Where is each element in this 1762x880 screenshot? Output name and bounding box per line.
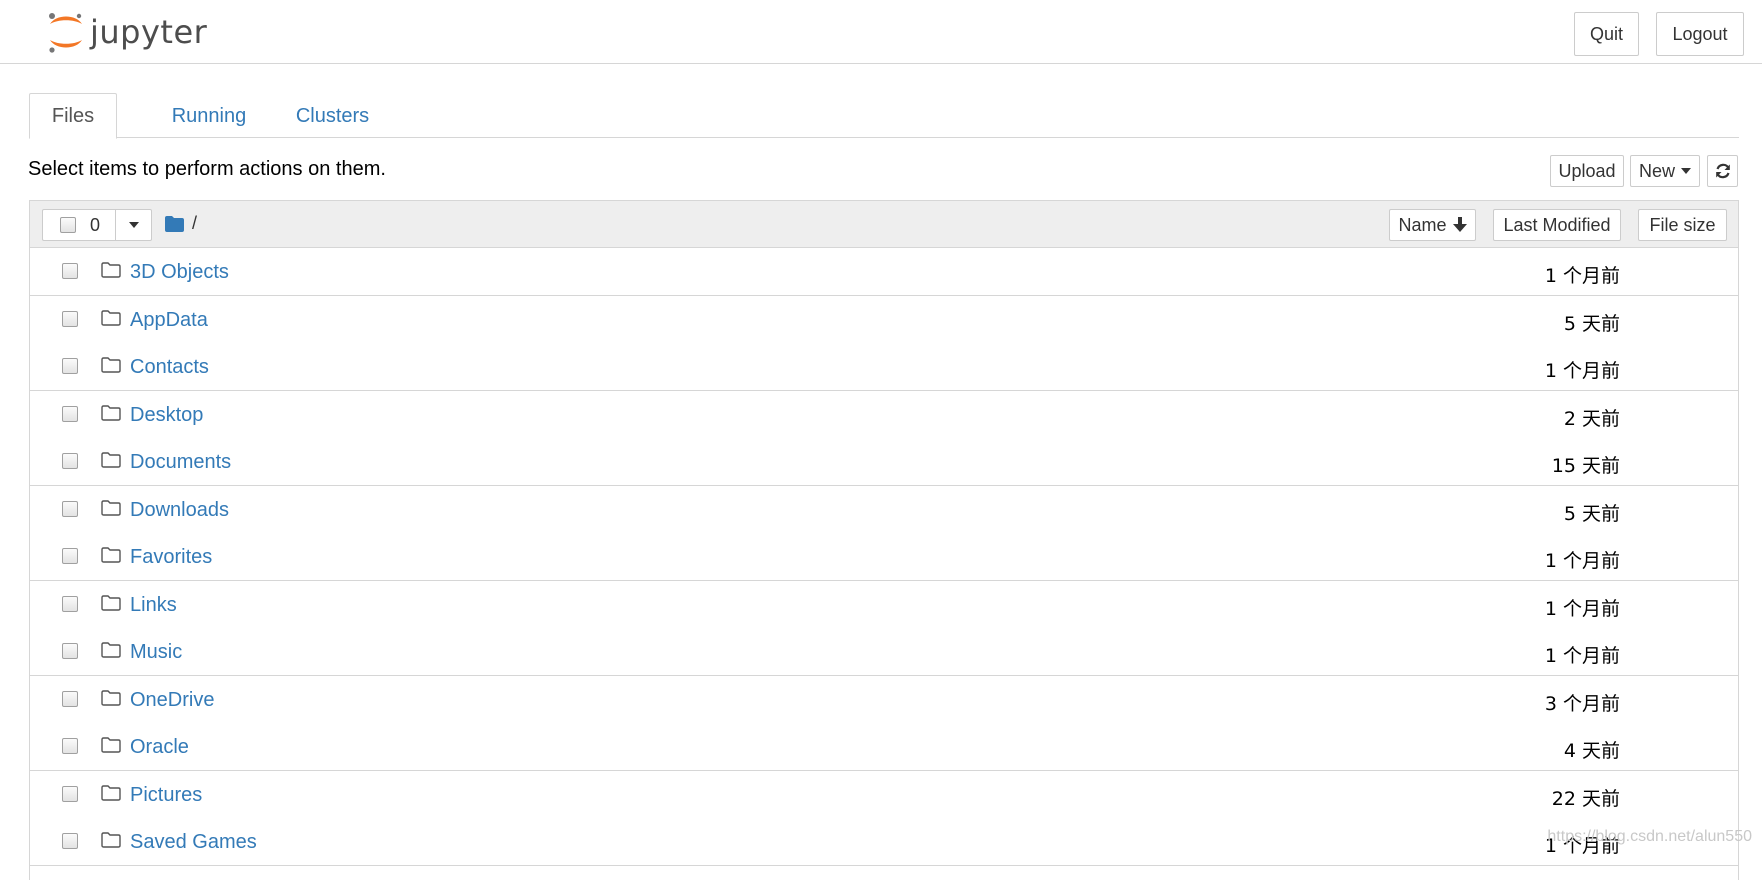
list-item[interactable]: Music 1 个月前 — [30, 628, 1738, 676]
item-name-link[interactable]: Documents — [130, 451, 231, 474]
jupyter-logo[interactable]: jupyter — [46, 10, 207, 54]
list-item[interactable]: Links 1 个月前 — [30, 580, 1738, 629]
upload-button[interactable]: Upload — [1550, 155, 1624, 187]
item-checkbox[interactable] — [62, 263, 78, 279]
logo-text: jupyter — [90, 13, 208, 51]
folder-icon — [101, 689, 121, 706]
item-modified: 1 个月前 — [1544, 550, 1620, 572]
sort-by-last-modified-button[interactable]: Last Modified — [1493, 209, 1621, 241]
file-list-header: 0 / Name Last Modified File size — [30, 201, 1738, 248]
list-item[interactable]: Desktop 2 天前 — [30, 390, 1738, 439]
item-name-link[interactable]: OneDrive — [130, 689, 214, 712]
refresh-button[interactable] — [1707, 155, 1738, 187]
item-modified: 1 个月前 — [1544, 360, 1620, 382]
sort-by-file-size-button[interactable]: File size — [1638, 209, 1727, 241]
selected-count: 0 — [90, 214, 101, 235]
item-checkbox[interactable] — [62, 500, 78, 517]
list-item[interactable]: 3D Objects 1 个月前 — [30, 248, 1738, 296]
item-modified: 15 天前 — [1551, 455, 1620, 477]
folder-icon — [101, 262, 121, 278]
folder-icon — [101, 357, 121, 373]
folder-icon — [101, 594, 121, 611]
item-checkbox[interactable] — [62, 690, 78, 707]
folder-icon — [101, 499, 121, 516]
list-item[interactable]: Pictures 22 天前 — [30, 770, 1738, 819]
tab-running[interactable]: Running — [144, 93, 274, 139]
header: jupyter Quit Logout — [0, 0, 1762, 64]
item-name-link[interactable]: Oracle — [130, 736, 189, 759]
item-name-link[interactable]: Pictures — [130, 784, 202, 807]
select-all-checkbox[interactable] — [60, 217, 76, 233]
select-dropdown-button[interactable] — [116, 210, 151, 240]
tab-bar: Files Running Clusters — [29, 93, 1739, 139]
item-checkbox[interactable] — [62, 833, 78, 849]
item-modified: 2 天前 — [1563, 407, 1620, 430]
refresh-icon — [1715, 163, 1730, 179]
item-checkbox[interactable] — [62, 453, 78, 469]
caret-down-icon — [1681, 168, 1691, 174]
instructions-text: Select items to perform actions on them. — [28, 158, 386, 180]
item-checkbox[interactable] — [62, 595, 78, 612]
watermark: https://blog.csdn.net/alun550 — [1547, 828, 1752, 845]
item-name-link[interactable]: Contacts — [130, 356, 209, 379]
item-checkbox[interactable] — [62, 548, 78, 564]
item-modified: 1 个月前 — [1544, 645, 1620, 667]
item-name-link[interactable]: 3D Objects — [130, 261, 229, 284]
new-button-label: New — [1638, 160, 1675, 181]
item-name-link[interactable]: Saved Games — [130, 831, 257, 854]
new-button[interactable]: New — [1630, 155, 1700, 187]
folder-icon — [101, 309, 121, 326]
item-modified: 22 天前 — [1551, 787, 1620, 810]
item-modified: 3 个月前 — [1544, 692, 1620, 715]
folder-icon — [101, 547, 121, 563]
item-name-link[interactable]: Music — [130, 641, 182, 664]
tab-clusters[interactable]: Clusters — [270, 93, 395, 139]
folder-icon — [101, 642, 121, 658]
sort-by-name-button[interactable]: Name — [1389, 209, 1476, 241]
item-modified: 1 个月前 — [1544, 597, 1620, 620]
item-name-link[interactable]: Favorites — [130, 546, 212, 569]
jupyter-logo-icon — [49, 13, 82, 53]
item-checkbox[interactable] — [62, 405, 78, 422]
folder-icon — [101, 452, 121, 468]
item-checkbox[interactable] — [62, 358, 78, 374]
logout-button[interactable]: Logout — [1656, 12, 1744, 56]
file-list: 0 / Name Last Modified File size 3D Obje… — [29, 200, 1739, 880]
folder-solid-icon[interactable] — [165, 215, 184, 232]
list-item[interactable]: OneDrive 3 个月前 — [30, 675, 1738, 724]
arrow-down-icon — [1452, 217, 1467, 232]
item-checkbox[interactable] — [62, 310, 78, 327]
item-name-link[interactable]: Links — [130, 594, 177, 617]
item-name-link[interactable]: Downloads — [130, 499, 229, 522]
caret-down-icon — [128, 222, 139, 228]
select-all-button[interactable]: 0 — [43, 210, 116, 240]
list-item[interactable]: Contacts 1 个月前 — [30, 343, 1738, 391]
breadcrumb: / — [165, 213, 197, 234]
item-modified: 1 个月前 — [1544, 265, 1620, 287]
breadcrumb-root[interactable]: / — [192, 213, 197, 234]
list-item[interactable]: Favorites 1 个月前 — [30, 533, 1738, 581]
list-item[interactable]: Documents 15 天前 — [30, 438, 1738, 486]
item-checkbox[interactable] — [62, 643, 78, 659]
folder-icon — [101, 832, 121, 848]
sort-name-label: Name — [1398, 214, 1447, 235]
item-name-link[interactable]: AppData — [130, 309, 208, 332]
list-item[interactable]: Downloads 5 天前 — [30, 485, 1738, 534]
quit-button[interactable]: Quit — [1574, 12, 1639, 56]
list-item[interactable]: Oracle 4 天前 — [30, 723, 1738, 771]
item-modified: 5 天前 — [1563, 502, 1620, 525]
folder-icon — [101, 784, 121, 801]
folder-icon — [101, 737, 121, 753]
list-item[interactable]: Saved Games 1 个月前 — [30, 818, 1738, 866]
item-name-link[interactable]: Desktop — [130, 404, 203, 427]
item-checkbox[interactable] — [62, 738, 78, 754]
folder-icon — [101, 404, 121, 421]
item-modified: 4 天前 — [1563, 740, 1620, 762]
item-modified: 5 天前 — [1563, 312, 1620, 335]
list-item[interactable]: AppData 5 天前 — [30, 295, 1738, 344]
item-checkbox[interactable] — [62, 785, 78, 802]
select-all-group: 0 — [42, 209, 152, 241]
tab-files[interactable]: Files — [29, 93, 117, 139]
